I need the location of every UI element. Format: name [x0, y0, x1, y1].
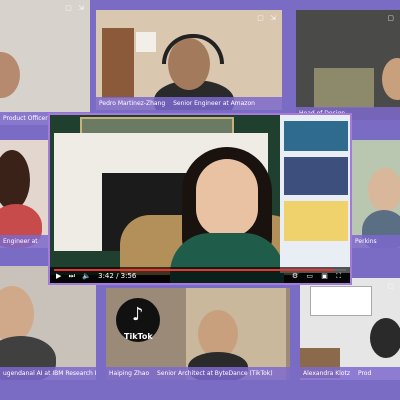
video-feed — [300, 278, 400, 380]
caption-bar: Pedro Martinez-Zhang Senior Engineer at … — [96, 97, 282, 110]
video-feed — [0, 0, 90, 125]
video-feed — [296, 10, 400, 120]
settings-icon[interactable]: ⚙ — [292, 272, 301, 280]
participant-avatar — [368, 168, 400, 212]
tiktok-logo-text: TikTok — [124, 332, 153, 341]
volume-icon[interactable]: 🔈 — [82, 272, 91, 280]
tile-controls[interactable]: ▢ ⇲ — [65, 4, 86, 12]
participant-role: ugendanal AI at IBM Research Redla — [3, 370, 96, 377]
slide-thumbnail-3[interactable] — [284, 201, 348, 241]
participant-role: Perkins — [355, 238, 377, 245]
video-feed — [352, 140, 400, 248]
participant-tile-5[interactable]: Perkins — [352, 140, 400, 248]
miniplayer-icon[interactable]: ▣ — [321, 272, 331, 280]
captions-icon[interactable]: ▭ — [306, 272, 316, 280]
progress-fill — [54, 269, 335, 271]
featured-video-player[interactable]: ▶ ⏭ 🔈 3:42 / 3:56 ⚙ ▭ ▣ ⛶ — [48, 113, 352, 285]
tile-controls[interactable]: ▢ ⇲ — [257, 14, 278, 22]
participant-avatar — [370, 318, 400, 358]
participant-avatar — [0, 286, 34, 342]
slide-thumbnails — [280, 115, 350, 273]
tile-controls[interactable]: ▢ — [387, 282, 396, 290]
tile-controls[interactable]: ▢ — [387, 14, 396, 22]
participant-name: Alexandra Klotz — [303, 370, 351, 377]
participant-role: Senior Engineer at Amazon — [173, 100, 255, 107]
participant-role: Senior Architect at ByteDance (TikTok) — [157, 370, 273, 377]
participant-name: Haiping Zhao — [109, 370, 150, 377]
participant-tile-4[interactable]: Engineer at — [0, 140, 48, 248]
caption-bar: Engineer at — [0, 235, 48, 248]
vehicle-poster — [310, 286, 372, 316]
next-icon[interactable]: ⏭ — [69, 272, 75, 280]
participant-role: Prod — [357, 370, 372, 377]
fullscreen-icon[interactable]: ⛶ — [336, 272, 344, 280]
caption-bar: Perkins — [352, 235, 400, 248]
participant-name: Pedro Martinez-Zhang — [99, 100, 166, 107]
time-display: 3:42 / 3:56 — [98, 272, 137, 280]
slide-thumbnail-2[interactable] — [284, 157, 348, 195]
participant-avatar — [198, 310, 238, 358]
caption-bar: ugendanal AI at IBM Research Redla — [0, 367, 96, 380]
video-feed — [0, 140, 48, 248]
background-wall — [50, 115, 300, 283]
participant-avatar — [0, 150, 30, 210]
caption-bar: Haiping Zhao Senior Architect at ByteDan… — [106, 367, 290, 380]
participant-tile-2[interactable]: ▢ ⇲ Pedro Martinez-Zhang Senior Engineer… — [96, 10, 282, 110]
progress-bar[interactable] — [54, 269, 346, 271]
tiktok-logo-icon: ♪ — [132, 304, 144, 325]
participant-tile-1[interactable]: ▢ ⇲ Product Officer at MIT Media Lab — [0, 0, 90, 125]
player-controls: ▶ ⏭ 🔈 3:42 / 3:56 ⚙ ▭ ▣ ⛶ — [50, 267, 350, 283]
participant-role: Engineer at — [3, 238, 38, 245]
video-feed — [96, 10, 282, 110]
participant-tile-8[interactable]: ▢ Alexandra Klotz Prod — [300, 278, 400, 380]
participant-tile-7[interactable]: ♪ TikTok Haiping Zhao Senior Architect a… — [106, 288, 290, 380]
slide-thumbnail-1[interactable] — [284, 121, 348, 151]
participant-tile-3[interactable]: ▢ Head of Design — [296, 10, 400, 120]
caption-bar: Alexandra Klotz Prod — [300, 367, 400, 380]
speaker-face — [196, 159, 258, 237]
participant-avatar — [0, 52, 20, 98]
play-icon[interactable]: ▶ — [56, 272, 61, 280]
participant-avatar — [382, 58, 400, 100]
